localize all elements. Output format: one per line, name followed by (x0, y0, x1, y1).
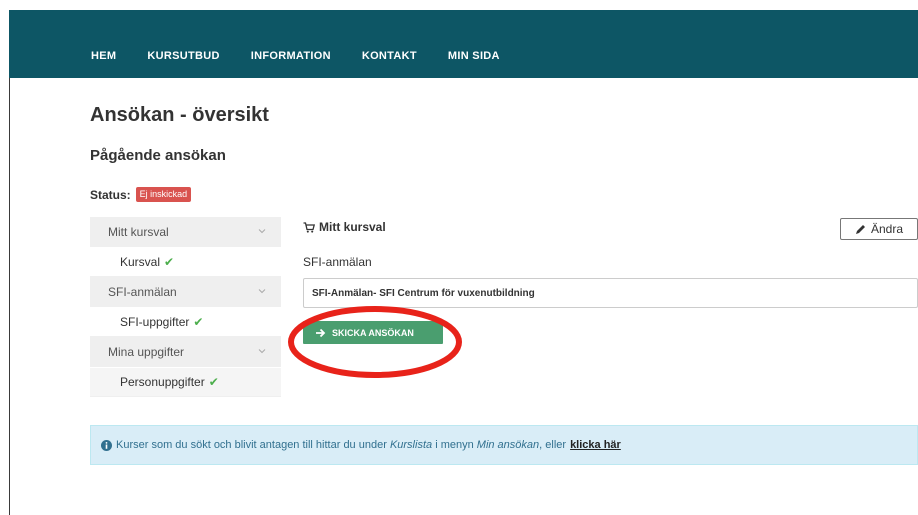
sidebar-item-sfi-uppgifter[interactable]: SFI-uppgifter ✔ (90, 308, 281, 337)
sidebar-item-label: Personuppgifter (120, 375, 205, 389)
check-icon: ✔ (164, 255, 175, 269)
chevron-down-icon (258, 289, 266, 294)
pencil-icon (856, 224, 865, 234)
shopping-cart-icon (303, 221, 315, 233)
info-text-3: , eller (539, 439, 567, 451)
edit-button[interactable]: Ändra (840, 218, 918, 240)
sidebar-item-label: SFI-uppgifter (120, 315, 190, 329)
application-sidebar: Mitt kursval Kursval ✔ SFI-anmälan SFI-u… (90, 217, 281, 397)
status-badge: Ej inskickad (135, 187, 192, 202)
sidebar-group-label: SFI-anmälan (108, 285, 177, 299)
sfi-selection-value: SFI-Anmälan- SFI Centrum för vuxenutbild… (312, 287, 535, 299)
nav-item-kontakt[interactable]: KONTAKT (362, 50, 417, 62)
chevron-down-icon (258, 349, 266, 354)
left-border (9, 78, 10, 515)
page-title: Ansökan - översikt (90, 104, 269, 126)
chevron-down-icon (258, 229, 266, 234)
main-heading: Mitt kursval (303, 220, 386, 234)
annotation-circle (288, 306, 462, 378)
main-heading-label: Mitt kursval (319, 220, 386, 234)
sidebar-item-label: Kursval (120, 255, 161, 269)
section-title: Pågående ansökan (90, 147, 226, 164)
status-label: Status: (90, 187, 131, 202)
sidebar-group-label: Mitt kursval (108, 225, 169, 239)
sidebar-group-mina-uppgifter[interactable]: Mina uppgifter (90, 337, 281, 368)
check-icon: ✔ (193, 315, 204, 329)
info-text-1: Kurser som du sökt och blivit antagen ti… (116, 439, 387, 451)
info-min-ansokan: Min ansökan (476, 439, 540, 451)
nav-item-kursutbud[interactable]: KURSUTBUD (147, 50, 219, 62)
click-here-link[interactable]: klicka här (570, 439, 621, 451)
nav-item-min-sida[interactable]: MIN SIDA (448, 50, 500, 62)
field-label: SFI-anmälan (303, 255, 372, 269)
sidebar-group-label: Mina uppgifter (108, 345, 185, 359)
info-text-2: i menyn (435, 439, 474, 451)
edit-button-label: Ändra (871, 222, 904, 236)
sidebar-group-sfi-anmalan[interactable]: SFI-anmälan (90, 277, 281, 308)
sidebar-item-kursval[interactable]: Kursval ✔ (90, 248, 281, 277)
nav-item-hem[interactable]: HEM (91, 50, 116, 62)
info-kurslista: Kurslista (389, 439, 433, 451)
sidebar-item-personuppgifter[interactable]: Personuppgifter ✔ (90, 368, 281, 397)
nav-item-information[interactable]: INFORMATION (251, 50, 331, 62)
check-icon: ✔ (208, 375, 219, 389)
sidebar-group-mitt-kursval[interactable]: Mitt kursval (90, 217, 281, 248)
info-icon (101, 439, 112, 451)
status-row: Status: Ej inskickad (90, 187, 192, 202)
top-navbar: HEM KURSUTBUD INFORMATION KONTAKT MIN SI… (9, 10, 918, 78)
nav-menu: HEM KURSUTBUD INFORMATION KONTAKT MIN SI… (91, 50, 531, 62)
info-alert: Kurser som du sökt och blivit antagen ti… (90, 425, 918, 465)
